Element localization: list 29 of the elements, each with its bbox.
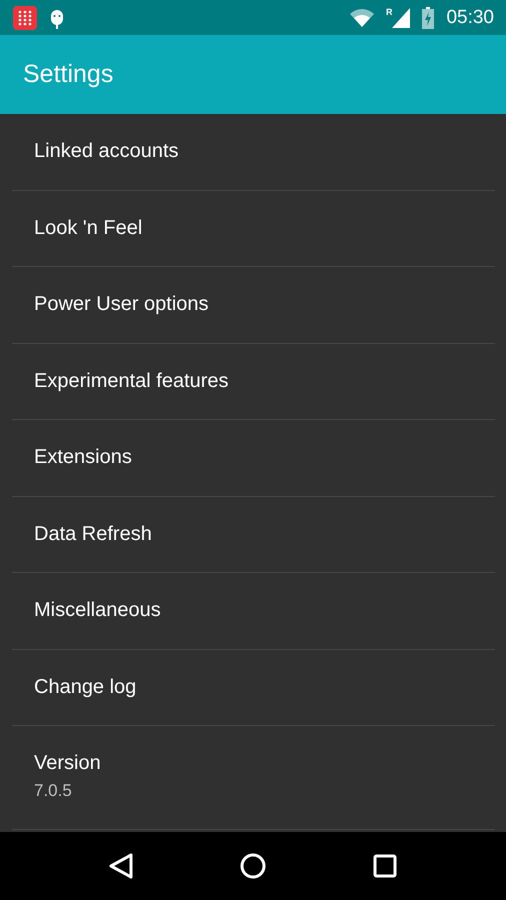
settings-item[interactable]: Experimental features <box>12 344 495 420</box>
settings-item[interactable]: Extensions <box>12 420 495 496</box>
clock-time: 05:30 <box>446 6 494 28</box>
item-title: Look 'n Feel <box>34 216 144 240</box>
settings-item[interactable]: Power User options <box>12 267 495 344</box>
item-title: Data Refresh <box>34 522 153 546</box>
settings-item[interactable]: Version 7.0.5 <box>12 726 495 830</box>
settings-item[interactable]: Linked accounts <box>12 114 495 190</box>
settings-item[interactable]: Change log <box>12 650 495 726</box>
item-title: Linked accounts <box>34 140 180 164</box>
item-title: Experimental features <box>34 370 230 393</box>
item-title: Version <box>34 752 102 775</box>
settings-item[interactable]: Look 'n Feel <box>12 190 495 267</box>
item-title: Extensions <box>34 446 133 470</box>
battery-charging-icon <box>422 6 434 28</box>
app-notification-icon <box>13 6 37 30</box>
settings-item[interactable]: Miscellaneous <box>12 573 495 650</box>
signal-icon <box>392 8 410 28</box>
settings-item[interactable]: Data Refresh <box>12 496 495 573</box>
screen-title: Settings <box>23 60 114 89</box>
roaming-indicator: R <box>386 7 392 17</box>
wifi-icon <box>350 8 374 26</box>
item-title: Power User options <box>34 293 210 316</box>
item-title: Miscellaneous <box>34 599 162 622</box>
recents-icon[interactable] <box>372 854 397 878</box>
item-title: Change log <box>34 676 138 699</box>
home-icon[interactable] <box>240 853 266 879</box>
item-summary: 7.0.5 <box>34 781 73 801</box>
back-icon[interactable] <box>109 853 134 879</box>
